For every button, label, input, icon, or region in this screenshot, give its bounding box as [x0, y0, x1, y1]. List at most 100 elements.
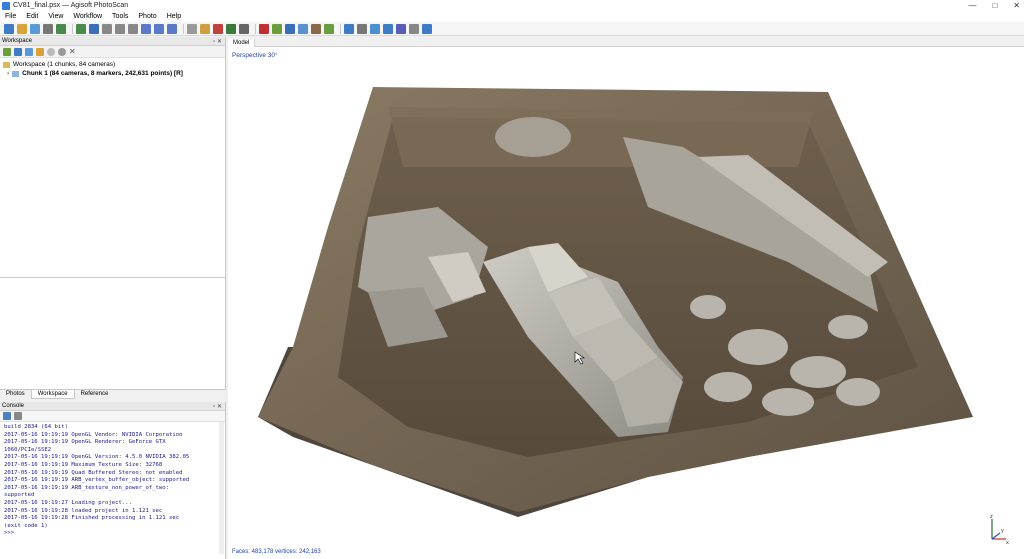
- excavation-model: [258, 87, 973, 517]
- panel-close-icon[interactable]: ▫ ✕: [213, 38, 222, 45]
- select-icon[interactable]: [89, 23, 99, 34]
- rect-select-icon[interactable]: [102, 23, 112, 34]
- window-title: CV81_final.psx — Agisoft PhotoScan: [13, 2, 129, 9]
- tab-workspace[interactable]: Workspace: [30, 390, 75, 399]
- menu-view[interactable]: View: [47, 13, 64, 20]
- console-line: 2017-05-16 19:19:19 OpenGL Renderer: GeF…: [4, 439, 166, 446]
- add-folder-icon[interactable]: [25, 47, 33, 56]
- console-line: 2017-05-16 19:19:19 OpenGL Version: 4.5.…: [4, 454, 190, 461]
- move-icon[interactable]: [141, 23, 151, 34]
- workspace-header-label: Workspace: [2, 38, 32, 44]
- panel-divider[interactable]: [0, 277, 226, 278]
- console-output: build 2834 (64 bit) 2017-05-16 19:19:19 O…: [0, 422, 225, 554]
- workspace-toolbar: ✕: [0, 46, 225, 58]
- console-line: (exit code 1): [4, 522, 48, 529]
- ruler-icon[interactable]: [200, 23, 210, 34]
- chunk-item[interactable]: › Chunk 1 (84 cameras, 8 markers, 242,63…: [3, 69, 222, 78]
- workspace-panel: Workspace ▫ ✕ ✕ Workspace (1 chunks, 84 …: [0, 37, 226, 389]
- console-header-label: Console: [2, 403, 25, 409]
- toolbar-separator: [340, 23, 341, 34]
- menu-workflow[interactable]: Workflow: [72, 13, 103, 20]
- menu-bar: File Edit View Workflow Tools Photo Help: [0, 11, 1024, 22]
- camera-icon[interactable]: [357, 23, 367, 34]
- reset-icon[interactable]: [187, 23, 197, 34]
- console-line: 1060/PCIe/SSE2: [4, 446, 52, 453]
- grid-icon[interactable]: [272, 23, 282, 34]
- maximize-button[interactable]: □: [992, 0, 997, 11]
- save-log-icon[interactable]: [3, 412, 11, 420]
- axis-gizmo: z y x: [990, 514, 1009, 545]
- marker-icon[interactable]: [213, 23, 223, 34]
- close-button[interactable]: ✕: [1013, 0, 1020, 11]
- console-panel: Console ▫ ✕ build 2834 (64 bit) 2017-05-1…: [0, 402, 226, 559]
- texture-icon[interactable]: [324, 23, 334, 34]
- crop-icon[interactable]: [239, 23, 249, 34]
- workspace-tree: Workspace (1 chunks, 84 cameras) › Chunk…: [0, 58, 225, 80]
- model-stats: Faces: 483,178 vertices: 242,163: [232, 549, 321, 555]
- model-tab-bar: Model: [228, 37, 1024, 49]
- console-toolbar: [0, 411, 225, 422]
- disable-icon[interactable]: [47, 47, 55, 56]
- rotate-icon[interactable]: [154, 23, 164, 34]
- print-icon[interactable]: [43, 23, 53, 34]
- workspace-root[interactable]: Workspace (1 chunks, 84 cameras): [3, 60, 222, 69]
- add-chunk-icon[interactable]: [3, 47, 11, 56]
- points-icon[interactable]: [285, 23, 295, 34]
- axis-y-label: y: [1001, 528, 1004, 534]
- undo-icon[interactable]: [56, 23, 66, 34]
- clear-log-icon[interactable]: [14, 412, 22, 420]
- console-line: 2017-05-16 19:19:19 ARB_texture_non_powe…: [4, 484, 170, 491]
- save-icon[interactable]: [30, 23, 40, 34]
- console-line: >>>: [4, 530, 15, 537]
- delete-icon[interactable]: [259, 23, 269, 34]
- model-viewport[interactable]: Perspective 30° Faces: 483,178 vertices:…: [228, 47, 1024, 559]
- console-line: 2017-05-16 19:19:19 Quad Buffered Stereo…: [4, 469, 183, 476]
- workspace-root-label: Workspace (1 chunks, 84 cameras): [13, 61, 116, 68]
- menu-edit[interactable]: Edit: [25, 13, 39, 20]
- console-line: supported: [4, 492, 35, 499]
- folder-icon: [3, 61, 10, 68]
- panel-tabs: Photos Workspace Reference: [0, 389, 226, 399]
- redo-icon[interactable]: [76, 23, 86, 34]
- free-select-icon[interactable]: [128, 23, 138, 34]
- axis-x-label: x: [1006, 540, 1009, 545]
- markers-icon[interactable]: [396, 23, 406, 34]
- new-icon[interactable]: [4, 23, 14, 34]
- tab-reference[interactable]: Reference: [75, 390, 115, 399]
- enable-icon[interactable]: [36, 47, 44, 56]
- show-icon[interactable]: [370, 23, 380, 34]
- console-line: 2017-05-16 19:19:28 Finished processing …: [4, 515, 180, 522]
- console-close-icon[interactable]: ▫ ✕: [213, 403, 222, 410]
- tiled-icon[interactable]: [344, 23, 354, 34]
- chunk-icon: [12, 70, 20, 77]
- menu-help[interactable]: Help: [166, 13, 182, 20]
- app-icon: [2, 1, 10, 10]
- expand-chevron-icon[interactable]: ›: [7, 70, 9, 77]
- reset-icon[interactable]: [58, 47, 66, 56]
- flag-icon[interactable]: [383, 23, 393, 34]
- open-icon[interactable]: [17, 23, 27, 34]
- minimize-button[interactable]: —: [968, 0, 976, 11]
- dense-icon[interactable]: [298, 23, 308, 34]
- chunk-label: Chunk 1 (84 cameras, 8 markers, 242,631 …: [22, 70, 183, 77]
- console-line: 2017-05-16 19:19:27 Loading project...: [4, 499, 132, 506]
- tab-photos[interactable]: Photos: [0, 390, 31, 399]
- regions-icon[interactable]: [409, 23, 419, 34]
- menu-photo[interactable]: Photo: [137, 13, 157, 20]
- menu-file[interactable]: File: [4, 13, 17, 20]
- add-photos-icon[interactable]: [14, 47, 22, 56]
- shape-icon[interactable]: [226, 23, 236, 34]
- console-scrollbar[interactable]: [219, 422, 224, 554]
- navigate-icon[interactable]: [422, 23, 432, 34]
- toolbar-separator: [183, 23, 184, 34]
- circle-select-icon[interactable]: [115, 23, 125, 34]
- main-toolbar: [0, 22, 1024, 36]
- mesh-icon[interactable]: [311, 23, 321, 34]
- menu-tools[interactable]: Tools: [111, 13, 129, 20]
- title-bar: CV81_final.psx — Agisoft PhotoScan — □ ✕: [0, 0, 1024, 11]
- console-line: 2017-05-16 19:19:19 ARB_vertex_buffer_ob…: [4, 477, 190, 484]
- toolbar-separator: [255, 23, 256, 34]
- remove-icon[interactable]: ✕: [69, 47, 77, 56]
- scale-icon[interactable]: [167, 23, 177, 34]
- rim-boulder: [495, 117, 571, 157]
